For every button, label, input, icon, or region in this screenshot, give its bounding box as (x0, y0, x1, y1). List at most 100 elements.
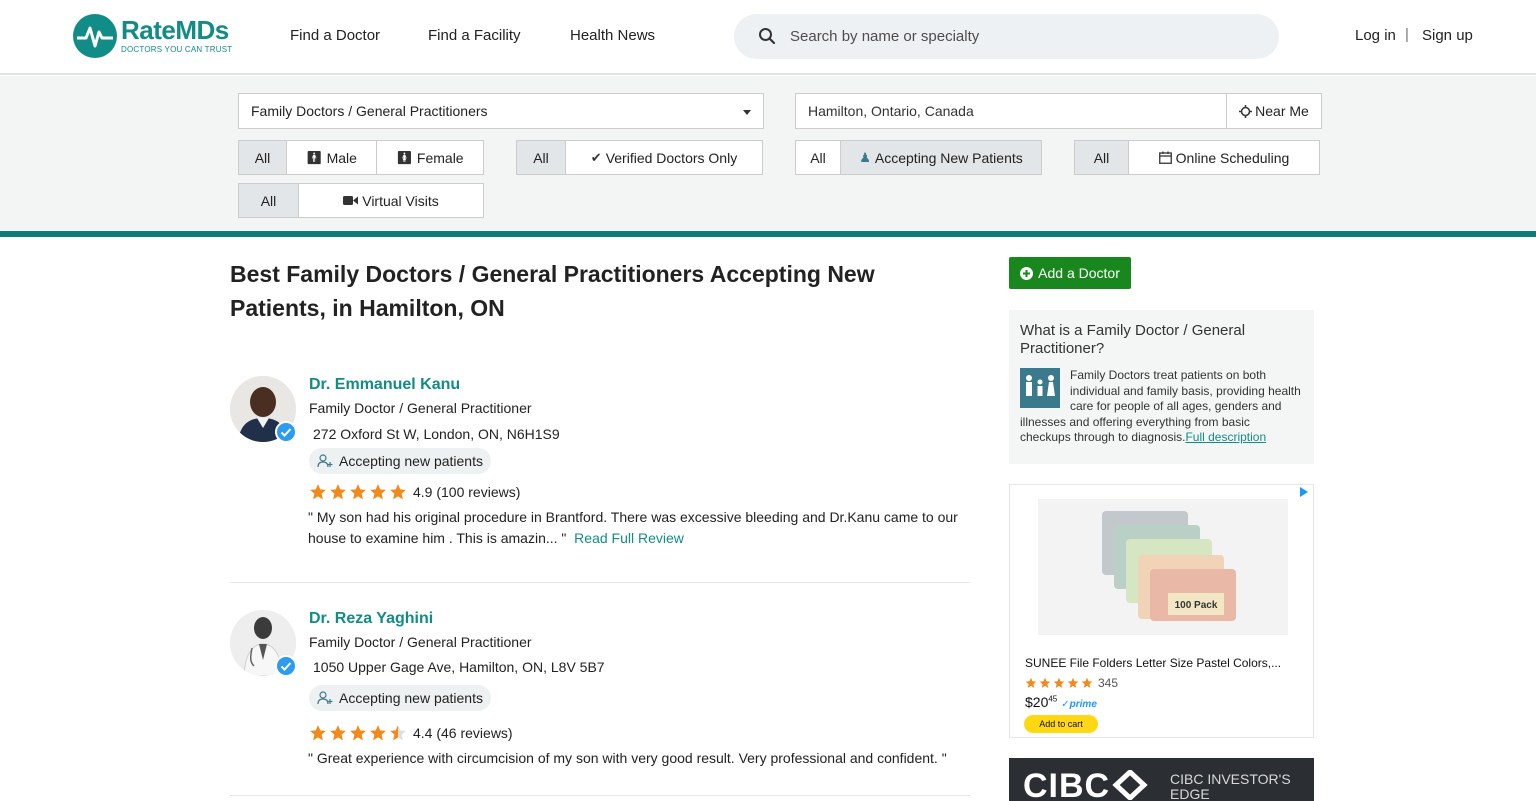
signup-link[interactable]: Sign up (1422, 27, 1473, 44)
virtual-all-option[interactable]: All (239, 184, 299, 217)
star-icon (390, 725, 406, 741)
card-divider (230, 795, 970, 796)
info-body: Family Doctors treat patients on both in… (1020, 368, 1303, 446)
logo-tagline: DOCTORS YOU CAN TRUST (121, 45, 233, 54)
gender-filter: All 🚹︎ Male 🚺︎ Female (238, 140, 484, 175)
ad-pack-label: 100 Pack (1175, 600, 1218, 611)
add-to-cart-button[interactable]: Add to cart (1024, 715, 1098, 733)
product-image[interactable]: 100 Pack (1038, 499, 1288, 635)
verified-only-option[interactable]: ✔ Verified Doctors Only (566, 141, 762, 174)
star-icon (390, 484, 406, 500)
nav-health-news[interactable]: Health News (570, 27, 655, 44)
verified-all-option[interactable]: All (517, 141, 566, 174)
near-me-label: Near Me (1255, 103, 1309, 119)
info-title: What is a Family Doctor / General Practi… (1020, 322, 1246, 357)
user-doctor-icon: ♟︎ (859, 150, 871, 165)
online-scheduling-label: Online Scheduling (1175, 149, 1290, 166)
section-divider (0, 231, 1536, 237)
accepting-new-option[interactable]: ♟︎ Accepting New Patients (841, 141, 1041, 174)
star-icon (370, 484, 386, 500)
filter-bar: Family Doctors / General Practitioners N… (0, 76, 1536, 231)
scheduling-all-option[interactable]: All (1075, 141, 1129, 174)
card-divider (230, 582, 970, 583)
nav-find-facility[interactable]: Find a Facility (428, 27, 521, 44)
family-icon (1020, 368, 1060, 408)
rating-text: 4.4 (46 reviews) (413, 725, 513, 741)
ad-product-title[interactable]: SUNEE File Folders Letter Size Pastel Co… (1025, 656, 1305, 670)
female-icon: 🚺︎ (396, 150, 413, 165)
doctor-name-link[interactable]: Dr. Reza Yaghini (309, 610, 433, 628)
calendar-icon (1158, 151, 1172, 164)
doctor-rating: 4.9 (100 reviews) (309, 483, 520, 501)
doctor-address: 272 Oxford St W, London, ON, N6H1S9 (313, 426, 560, 442)
specialty-select-value: Family Doctors / General Practitioners (251, 103, 488, 119)
verified-badge-icon (275, 421, 297, 443)
accepting-patients-label: Accepting new patients (339, 453, 483, 469)
near-me-button[interactable]: Near Me (1226, 93, 1322, 129)
accepting-patients-badge: Accepting new patients (309, 685, 491, 711)
video-camera-icon (343, 196, 359, 205)
auth-separator: | (1405, 26, 1409, 43)
gender-all-option[interactable]: All (239, 141, 287, 174)
price-dollars: $20 (1025, 694, 1049, 710)
banner-text: CIBC INVESTOR'S EDGE (1170, 771, 1291, 801)
review-text: " Great experience with circumcision of … (308, 750, 947, 766)
gender-male-label: Male (326, 149, 357, 166)
search-input[interactable] (790, 14, 1260, 59)
ad-choices-icon[interactable] (1300, 487, 1308, 497)
doctor-card: Dr. Reza Yaghini Family Doctor / General… (230, 610, 970, 795)
star-icon (1081, 677, 1093, 688)
virtual-filter: All Virtual Visits (238, 183, 484, 218)
doctor-specialty: Family Doctor / General Practitioner (309, 634, 532, 650)
cibc-logo: CIBC (1023, 767, 1111, 801)
virtual-all-label: All (260, 192, 277, 209)
prime-badge: ✓prime (1061, 699, 1097, 710)
verified-filter: All ✔ Verified Doctors Only (516, 140, 763, 175)
add-doctor-label: Add a Doctor (1038, 265, 1120, 281)
accepting-patients-badge: Accepting new patients (309, 448, 491, 474)
doctor-rating: 4.4 (46 reviews) (309, 724, 513, 742)
add-doctor-button[interactable]: Add a Doctor (1009, 257, 1131, 289)
accepting-new-label: Accepting New Patients (874, 149, 1023, 166)
scheduling-filter: All Online Scheduling (1074, 140, 1320, 175)
star-icon (310, 725, 326, 741)
star-icon (330, 725, 346, 741)
gender-female-option[interactable]: 🚺︎ Female (377, 141, 483, 174)
star-icon (1067, 677, 1079, 688)
search-icon[interactable] (758, 27, 776, 45)
online-scheduling-option[interactable]: Online Scheduling (1129, 141, 1319, 174)
gender-male-option[interactable]: 🚹︎ Male (287, 141, 377, 174)
verified-all-label: All (533, 149, 549, 166)
full-description-link[interactable]: Full description (1185, 430, 1266, 444)
ad-price: $2045✓prime (1025, 694, 1097, 710)
cibc-diamond-icon (1112, 770, 1148, 800)
accepting-filter: All ♟︎ Accepting New Patients (795, 140, 1042, 175)
login-link[interactable]: Log in (1355, 27, 1396, 44)
site-header: RateMDs DOCTORS YOU CAN TRUST Find a Doc… (0, 0, 1536, 75)
star-icon (350, 725, 366, 741)
doctor-card: Dr. Emmanuel Kanu Family Doctor / Genera… (230, 376, 970, 566)
verified-badge-icon (275, 655, 297, 677)
nav-find-doctor[interactable]: Find a Doctor (290, 27, 380, 44)
page-title: Best Family Doctors / General Practition… (230, 261, 875, 321)
logo-wordmark: RateMDs (121, 15, 229, 45)
specialty-select[interactable]: Family Doctors / General Practitioners (238, 93, 764, 129)
accepting-all-label: All (810, 149, 826, 166)
site-search (734, 14, 1279, 59)
user-plus-icon (317, 691, 333, 705)
virtual-visits-option[interactable]: Virtual Visits (299, 184, 483, 217)
location-input[interactable] (795, 93, 1227, 129)
ratemds-logo[interactable]: RateMDs DOCTORS YOU CAN TRUST (73, 14, 243, 60)
read-full-review-link[interactable]: Read Full Review (574, 530, 684, 546)
star-icon (1053, 677, 1065, 688)
doctor-name-link[interactable]: Dr. Emmanuel Kanu (309, 376, 460, 394)
accepting-all-option[interactable]: All (796, 141, 841, 174)
product-ad[interactable]: 100 Pack SUNEE File Folders Letter Size … (1009, 484, 1314, 738)
cibc-banner-ad[interactable]: CIBC CIBC INVESTOR'S EDGE (1009, 758, 1314, 801)
gender-all-label: All (254, 149, 271, 166)
verified-only-label: Verified Doctors Only (605, 149, 738, 166)
crosshair-icon (1239, 104, 1253, 118)
ad-review-count: 345 (1098, 676, 1119, 690)
virtual-visits-label: Virtual Visits (362, 192, 439, 209)
star-rating (309, 483, 407, 501)
